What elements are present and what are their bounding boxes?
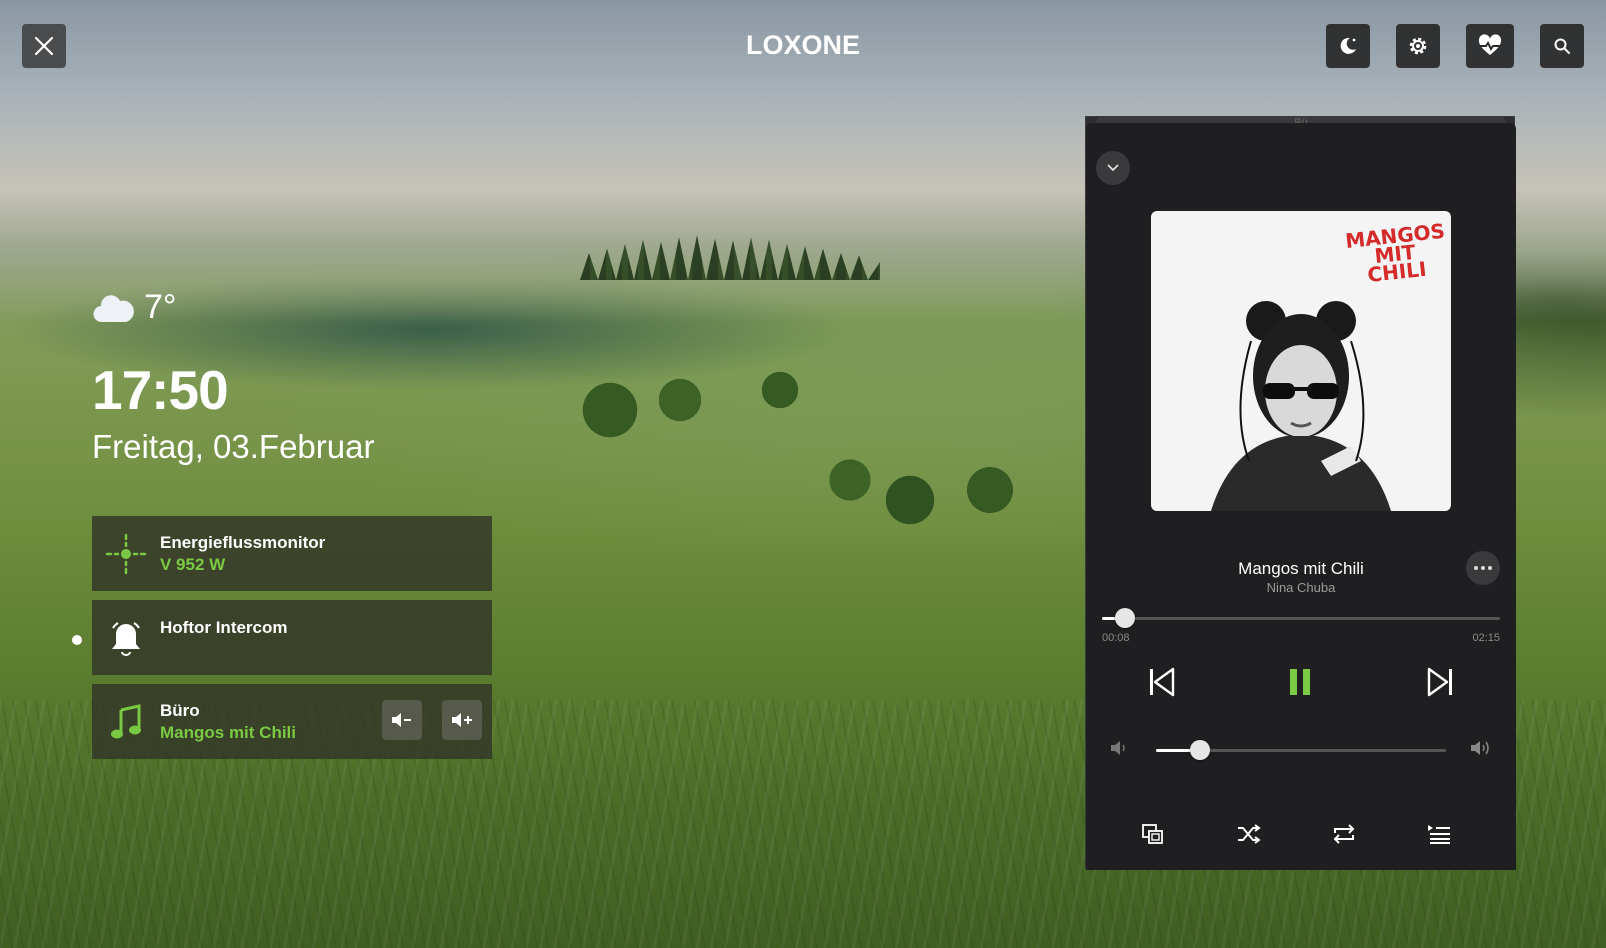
next-button[interactable] bbox=[1426, 667, 1454, 697]
track-title: Mangos mit Chili bbox=[1238, 559, 1364, 578]
room-group-icon[interactable] bbox=[1141, 823, 1165, 845]
volume-slider[interactable] bbox=[1156, 740, 1446, 760]
tile-hoftor-intercom[interactable]: Hoftor Intercom bbox=[92, 600, 492, 675]
tile-audio-buero[interactable]: Büro Mangos mit Chili bbox=[92, 684, 492, 759]
clock-date: Freitag, 03.Februar bbox=[92, 428, 375, 465]
volume-up-button[interactable] bbox=[442, 700, 482, 740]
more-icon bbox=[1474, 566, 1492, 570]
pause-button[interactable] bbox=[1287, 667, 1313, 697]
energy-flow-icon bbox=[105, 533, 147, 574]
page-indicator-dot bbox=[72, 635, 82, 645]
tile-subtitle: V 952 W bbox=[160, 554, 226, 574]
volume-up-icon bbox=[452, 713, 472, 727]
music-note-icon bbox=[111, 703, 141, 738]
volume-max-icon bbox=[1471, 741, 1489, 755]
tile-energy-flow-monitor[interactable]: Energieflussmonitor V 952 W bbox=[92, 516, 492, 591]
tile-subtitle: Mangos mit Chili bbox=[160, 722, 296, 742]
settings-icon bbox=[1409, 37, 1427, 55]
progress-bar[interactable] bbox=[1102, 608, 1500, 628]
settings-button[interactable] bbox=[1396, 24, 1440, 68]
elapsed-time: 00:08 bbox=[1102, 632, 1130, 644]
queue-icon[interactable] bbox=[1426, 823, 1452, 845]
weather-widget[interactable]: 7° bbox=[92, 288, 177, 327]
night-mode-button[interactable] bbox=[1326, 24, 1370, 68]
search-icon bbox=[1554, 38, 1570, 54]
background-trees bbox=[580, 235, 880, 280]
bell-icon bbox=[112, 621, 140, 656]
tile-title: Hoftor Intercom bbox=[160, 618, 288, 637]
pause-icon bbox=[1290, 669, 1310, 695]
health-icon bbox=[1478, 34, 1502, 55]
previous-icon bbox=[1150, 667, 1175, 697]
chevron-down-icon bbox=[1107, 164, 1119, 172]
clock-time: 17:50 bbox=[92, 359, 229, 421]
volume-down-icon bbox=[392, 713, 411, 727]
volume-min-icon bbox=[1111, 741, 1125, 755]
health-button[interactable] bbox=[1466, 24, 1514, 68]
cloud-icon bbox=[93, 294, 134, 322]
background-bushes bbox=[550, 350, 1070, 550]
search-button[interactable] bbox=[1540, 24, 1584, 68]
track-artist[interactable]: Nina Chuba bbox=[1086, 580, 1516, 595]
shuffle-icon[interactable] bbox=[1236, 823, 1262, 845]
tile-title: Energieflussmonitor bbox=[160, 532, 326, 552]
audio-player-panel: Bü MANGOS MIT CHILI bbox=[1085, 116, 1516, 870]
album-cover-title: MANGOS MIT CHILI bbox=[1344, 218, 1447, 287]
progress-knob[interactable] bbox=[1115, 608, 1136, 628]
night-mode-icon bbox=[1340, 37, 1356, 54]
previous-button[interactable] bbox=[1148, 667, 1176, 697]
volume-knob[interactable] bbox=[1189, 740, 1210, 760]
volume-down-button[interactable] bbox=[382, 700, 422, 740]
more-options-button[interactable] bbox=[1466, 551, 1500, 585]
repeat-icon[interactable] bbox=[1331, 823, 1357, 845]
temperature: 7° bbox=[144, 288, 177, 326]
tile-title: Büro bbox=[160, 700, 200, 720]
next-icon bbox=[1427, 667, 1452, 697]
album-cover: MANGOS MIT CHILI bbox=[1151, 211, 1451, 511]
collapse-button[interactable] bbox=[1096, 151, 1130, 185]
total-time: 02:15 bbox=[1472, 632, 1500, 644]
